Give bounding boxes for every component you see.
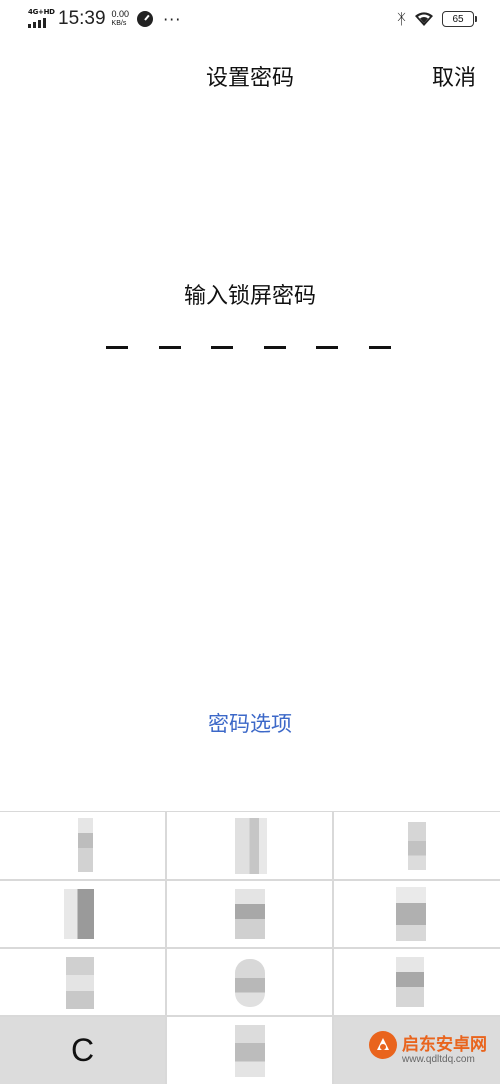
keypad-key-5[interactable] [167, 881, 332, 947]
keypad-key-2[interactable] [167, 812, 332, 879]
network-type: 4G+HD [28, 8, 55, 16]
pin-digit-placeholder [316, 346, 338, 349]
pin-digit-placeholder [368, 346, 391, 349]
battery-level: 65 [452, 13, 464, 25]
wifi-icon [415, 12, 433, 26]
watermark-logo-icon [369, 1031, 397, 1059]
clear-key-label: C [70, 1032, 95, 1068]
pin-entry-field [106, 346, 396, 350]
password-prompt: 输入锁屏密码 [183, 284, 316, 309]
pixelated-digit [64, 889, 94, 939]
password-options-link[interactable]: 密码选项 [0, 708, 500, 738]
watermark-name: 启东安卓网 [402, 1035, 487, 1055]
keypad-key-7[interactable] [0, 949, 165, 1015]
pixelated-digit [235, 889, 265, 939]
keypad-key-4[interactable] [0, 881, 165, 947]
pixelated-digit [396, 887, 426, 941]
status-right: ᛡ 65 [396, 10, 477, 28]
watermark-url: www.qdltdq.com [402, 1054, 475, 1065]
cancel-button[interactable]: 取消 [432, 60, 476, 92]
pixelated-digit [66, 957, 94, 1009]
keypad-clear-key[interactable]: C [0, 1017, 165, 1084]
pin-digit-placeholder [158, 346, 181, 349]
cell-signal-icon: 4G+HD [28, 8, 55, 30]
keypad-key-9[interactable] [334, 949, 500, 1015]
network-speed: 0.00 KB/s [111, 9, 130, 28]
site-watermark: 启东安卓网 www.qdltdq.com [358, 1018, 500, 1084]
pixelated-digit [235, 1025, 265, 1077]
status-time: 15:39 [58, 8, 106, 29]
notification-clock-icon [137, 11, 154, 27]
pin-digit-placeholder [106, 346, 128, 349]
battery-icon: 65 [442, 11, 477, 27]
keypad-key-6[interactable] [334, 881, 500, 947]
pin-digit-placeholder [211, 346, 233, 349]
keypad-key-8[interactable] [167, 949, 332, 1015]
status-left: 4G+HD 15:39 0.00 KB/s ··· [28, 8, 181, 30]
pin-digit-placeholder [263, 346, 286, 349]
keypad-key-1[interactable] [0, 812, 165, 879]
bluetooth-icon: ᛡ [396, 10, 406, 28]
keypad-key-0[interactable] [167, 1017, 332, 1084]
status-bar: 4G+HD 15:39 0.00 KB/s ··· ᛡ 65 [0, 0, 500, 40]
pixelated-digit [78, 818, 93, 872]
pixelated-digit [235, 959, 265, 1007]
keypad-key-3[interactable] [334, 812, 500, 879]
pixelated-digit [408, 822, 426, 870]
pixelated-digit [235, 818, 267, 874]
pixelated-digit [396, 957, 424, 1007]
page-title: 设置密码 [205, 66, 294, 91]
more-notifications-icon: ··· [163, 9, 182, 29]
